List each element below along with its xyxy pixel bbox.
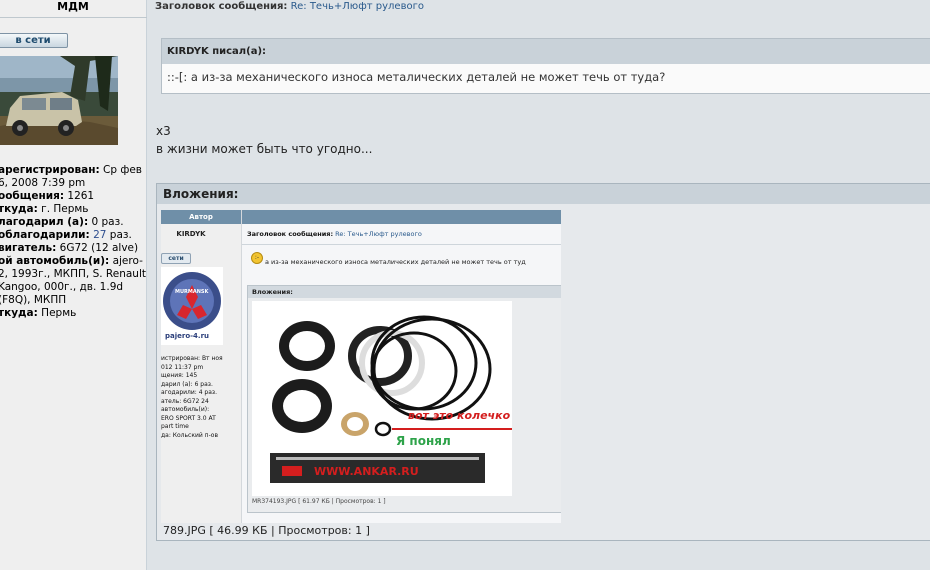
thumb-subject: Заголовок сообщения: Re: Течь+Люфт рулев… <box>247 230 422 238</box>
thumb-profile: истрирован: Вт ноя 012 11:37 pm щения: 1… <box>161 355 223 439</box>
subject-link[interactable]: Re: Течь+Люфт рулевого <box>291 1 424 12</box>
attachment-image[interactable]: Автор KIRDYK сети MURMANSK pajero-4.ru и… <box>161 210 561 523</box>
thumb-header-band <box>242 210 561 224</box>
thumb-attachments: Вложения: вот это колечко Я понял WWW.AN… <box>247 285 561 513</box>
thumb-online-button: сети <box>161 253 191 264</box>
attachment-file-info: 789.JPG [ 46.99 КБ | Просмотров: 1 ] <box>163 524 370 537</box>
thumb-author-name: KIRDYK <box>176 230 206 238</box>
thumb-author-header: Автор <box>161 210 241 224</box>
post-body: Заголовок сообщения: Re: Течь+Люфт рулев… <box>147 0 930 570</box>
thumb-message: а из-за механического износа металически… <box>265 258 526 266</box>
post-subject: Заголовок сообщения: Re: Течь+Люфт рулев… <box>155 1 424 12</box>
thumb-attachment-footer: MR374193.JPG [ 61.97 КБ | Просмотров: 1 … <box>252 498 386 505</box>
author-avatar <box>0 56 118 145</box>
quote-text: ::-[: а из-за механического износа метал… <box>167 70 666 84</box>
quote-author: KIRDYK писал(а): <box>162 39 930 64</box>
thanks-count-link[interactable]: 27 <box>93 229 106 241</box>
thumb-parts-photo: вот это колечко Я понял WWW.ANKAR.RU <box>252 301 514 496</box>
author-profile: арегистрирован: Ср фев 6, 2008 7:39 pm о… <box>0 164 146 319</box>
photo-ruler-text: WWW.ANKAR.RU <box>314 465 419 478</box>
thumb-avatar: MURMANSK pajero-4.ru <box>161 267 223 345</box>
photo-label-ring: вот это колечко <box>408 409 511 422</box>
online-status-button[interactable]: в сети <box>0 33 68 48</box>
smiley-icon: :- <box>251 252 263 264</box>
photo-label-understood: Я понял <box>396 434 451 448</box>
thumb-attachments-header: Вложения: <box>248 286 561 298</box>
quote-block: KIRDYK писал(а): ::-[: а из-за механичес… <box>161 38 930 94</box>
attachments-block: Вложения: Автор KIRDYK сети MURMANSK paj… <box>156 183 930 541</box>
author-name: МДМ <box>57 0 89 13</box>
thumb-logo-text-bottom: pajero-4.ru <box>165 332 210 340</box>
post-text-line-2: в жизни может быть что угодно... <box>156 142 373 156</box>
thumb-divider <box>242 244 561 245</box>
thumb-logo-text-top: MURMANSK <box>175 289 209 295</box>
post-text-line-1: х3 <box>156 124 171 138</box>
attachments-header: Вложения: <box>157 184 930 204</box>
avatar-photo-icon <box>0 56 118 145</box>
